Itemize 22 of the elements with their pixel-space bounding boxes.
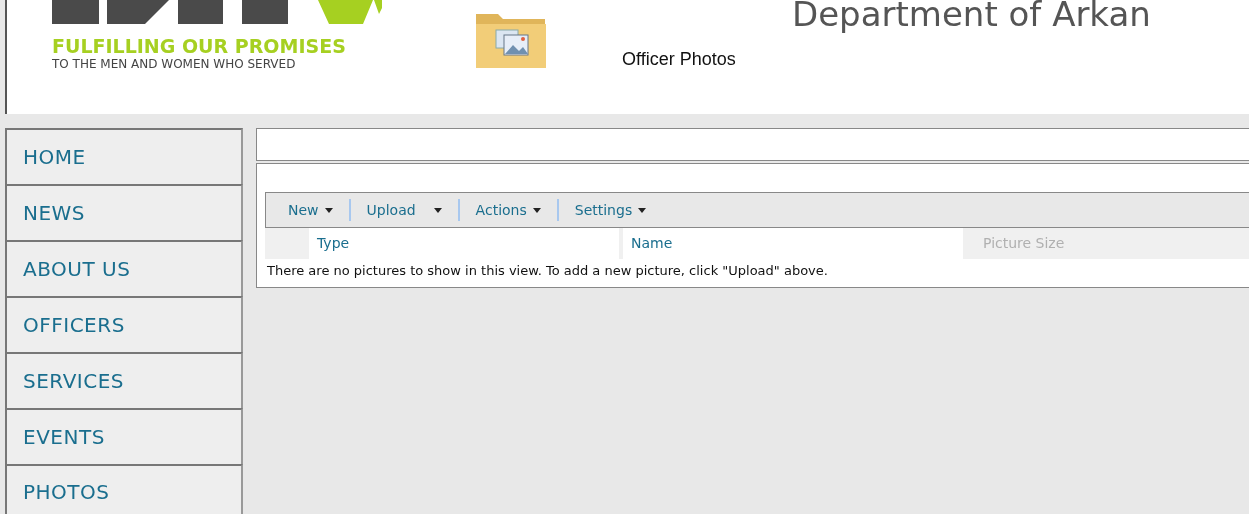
toolbar-menu-button[interactable]: Settings	[566, 199, 655, 221]
site-title: Department of Arkan	[791, 0, 1152, 34]
nav-item[interactable]: ABOUT US	[5, 240, 243, 296]
nav-item[interactable]: PHOTOS	[5, 464, 243, 514]
nav-item[interactable]: SERVICES	[5, 352, 243, 408]
nav-item[interactable]: NEWS	[5, 184, 243, 240]
subtagline: TO THE MEN AND WOMEN WHO SERVED	[52, 56, 297, 72]
column-header[interactable]: Name	[623, 228, 963, 259]
toolbar-menu-button[interactable]: Upload	[358, 199, 450, 221]
column-header[interactable]: Type	[309, 228, 619, 259]
tagline: FULFILLING OUR PROMISES	[52, 36, 347, 56]
page-title: Officer Photos	[622, 48, 737, 71]
caret-icon	[638, 207, 647, 213]
caret-icon	[433, 207, 442, 213]
caret-icon	[324, 207, 333, 213]
caret-icon	[532, 207, 541, 213]
empty-message: There are no pictures to show in this view. To add a new picture, click "Upload" above.	[266, 262, 829, 280]
toolbar-menu-button[interactable]: Actions	[467, 199, 549, 221]
toolbar-menu-button[interactable]: New	[280, 199, 341, 221]
nav-item[interactable]: HOME	[5, 128, 243, 184]
nav-item[interactable]: EVENTS	[5, 408, 243, 464]
nav-item[interactable]: OFFICERS	[5, 296, 243, 352]
